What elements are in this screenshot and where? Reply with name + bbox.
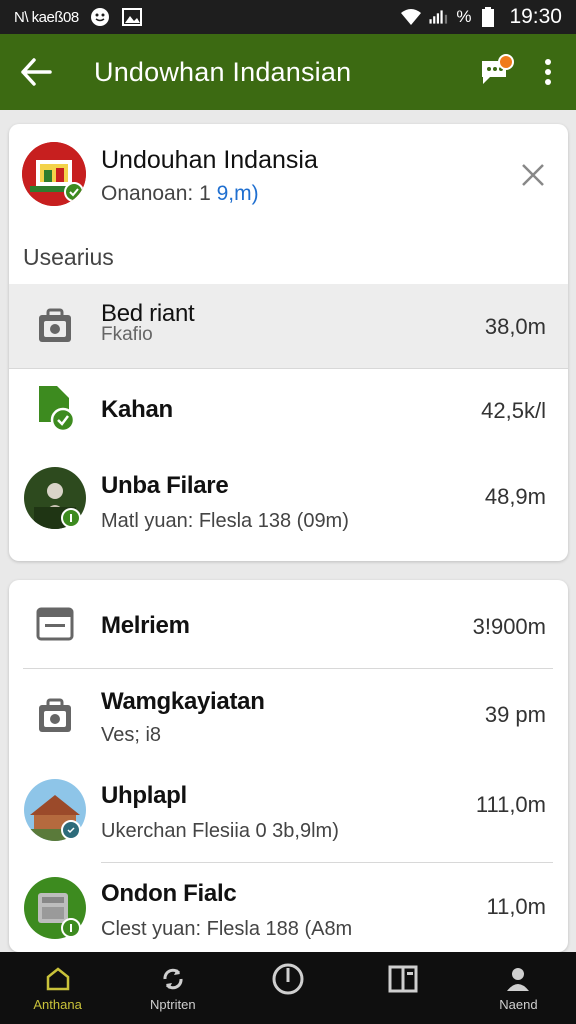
item-subtitle: Fkafio	[101, 324, 153, 345]
item-subtitle: Ves; i8	[101, 724, 162, 746]
battery-percent: %	[456, 7, 472, 26]
nav-item-home[interactable]: Anthana	[0, 952, 115, 1024]
item-size: 38,0m	[484, 314, 546, 339]
list-item[interactable]: Unba Filare Matl yuan: Flesla 138 (09m) …	[9, 458, 568, 548]
signal-icon	[428, 6, 450, 28]
divider	[9, 368, 568, 369]
item-title: Unba Filare	[101, 472, 229, 499]
battery-icon	[477, 6, 499, 28]
book-icon	[388, 965, 418, 992]
item-subtitle: Matl yuan: Flesla 138 (09m)	[101, 510, 349, 532]
nav-item-compass[interactable]	[230, 952, 345, 1024]
item-size: 48,9m	[484, 484, 546, 509]
list-item[interactable]: Uhplapl Ukerchan Flesiia 0 3b,9lm) 111,0…	[9, 768, 568, 860]
list-item[interactable]: Ondon Fialc Clest yuan: Flesla 188 (A8m …	[9, 866, 568, 952]
clock: 19:30	[509, 5, 562, 28]
item-size: 11,0m	[486, 894, 546, 919]
section-label: Usearius	[23, 244, 114, 270]
item-size: 42,5k/l	[481, 398, 546, 423]
item-title: Wamgkayiatan	[101, 688, 265, 715]
list-item[interactable]: Melriem 3!900m	[9, 580, 568, 666]
verified-badge-icon	[61, 820, 81, 840]
person-icon	[507, 967, 530, 991]
verified-badge-icon	[61, 918, 81, 938]
message-box-icon	[23, 592, 87, 656]
item-title: Uhplapl	[101, 782, 187, 809]
item-size: 39 pm	[484, 702, 546, 727]
list-item[interactable]: Wamgkayiatan Ves; i8 39 pm	[9, 672, 568, 762]
item-title: Melriem	[101, 612, 190, 639]
nav-label: Naend	[499, 996, 538, 1012]
page-title: Undowhan Indansian	[94, 56, 352, 87]
nav-label: Nptriten	[150, 996, 196, 1012]
divider	[101, 862, 553, 863]
wifi-icon	[400, 6, 422, 28]
nav-item-profile[interactable]: Naend	[461, 952, 576, 1024]
photo-avatar	[23, 876, 87, 940]
back-button[interactable]	[16, 52, 56, 92]
item-subtitle: Clest yuan: Flesla 188 (A8m	[101, 918, 353, 940]
nav-item-book[interactable]	[346, 952, 461, 1024]
verified-badge-icon	[64, 182, 84, 202]
close-icon	[522, 164, 544, 186]
item-title: Ondon Fialc	[101, 880, 237, 907]
arrow-left-icon	[21, 58, 52, 86]
sync-icon	[163, 968, 183, 989]
primary-card: Undouhan Indansia Onanoan: 1 9,m) Useari…	[9, 124, 568, 561]
compass-icon	[272, 963, 304, 994]
more-vertical-icon	[545, 59, 551, 85]
photo-avatar	[23, 778, 87, 842]
nav-label: Anthana	[33, 996, 82, 1012]
status-bar: N\ kaeß08 % 19:30	[0, 0, 576, 34]
more-options-button[interactable]	[536, 52, 560, 92]
subtitle-accent: 9,m)	[216, 182, 259, 205]
notification-badge	[498, 54, 514, 70]
home-icon	[46, 966, 69, 990]
list-item[interactable]: Bed riant Fkafio 38,0m	[9, 284, 568, 368]
list-item[interactable]: Kahan 42,5k/l	[9, 370, 568, 450]
bottom-navigation: Anthana Nptriten Naend	[0, 952, 576, 1024]
close-button[interactable]	[518, 160, 548, 190]
card-header: Undouhan Indansia Onanoan: 1 9,m)	[9, 124, 568, 234]
carrier-text: N\ kaeß08	[14, 8, 79, 26]
camera-bag-icon	[23, 294, 87, 358]
divider	[23, 668, 553, 669]
file-check-icon	[23, 376, 87, 440]
smiley-icon	[89, 6, 111, 28]
secondary-card: Melriem 3!900m Wamgkayiatan Ves; i8 39 p…	[9, 580, 568, 952]
item-size: 3!900m	[472, 614, 546, 639]
nav-item-sync[interactable]: Nptriten	[115, 952, 230, 1024]
verified-badge-icon	[61, 508, 81, 528]
subtitle-text: Onanoan: 1	[101, 182, 217, 205]
image-icon	[121, 6, 143, 28]
item-title: Kahan	[101, 396, 173, 423]
group-subtitle: Onanoan: 1 9,m)	[101, 182, 259, 206]
chat-button[interactable]	[476, 54, 514, 90]
item-subtitle: Ukerchan Flesiia 0 3b,9lm)	[101, 820, 339, 842]
photo-avatar	[23, 466, 87, 530]
camera-bag-icon	[23, 684, 87, 748]
group-name: Undouhan Indansia	[101, 146, 318, 174]
item-size: 111,0m	[475, 792, 546, 817]
app-bar: Undowhan Indansian	[0, 34, 576, 110]
group-avatar[interactable]	[22, 142, 86, 206]
